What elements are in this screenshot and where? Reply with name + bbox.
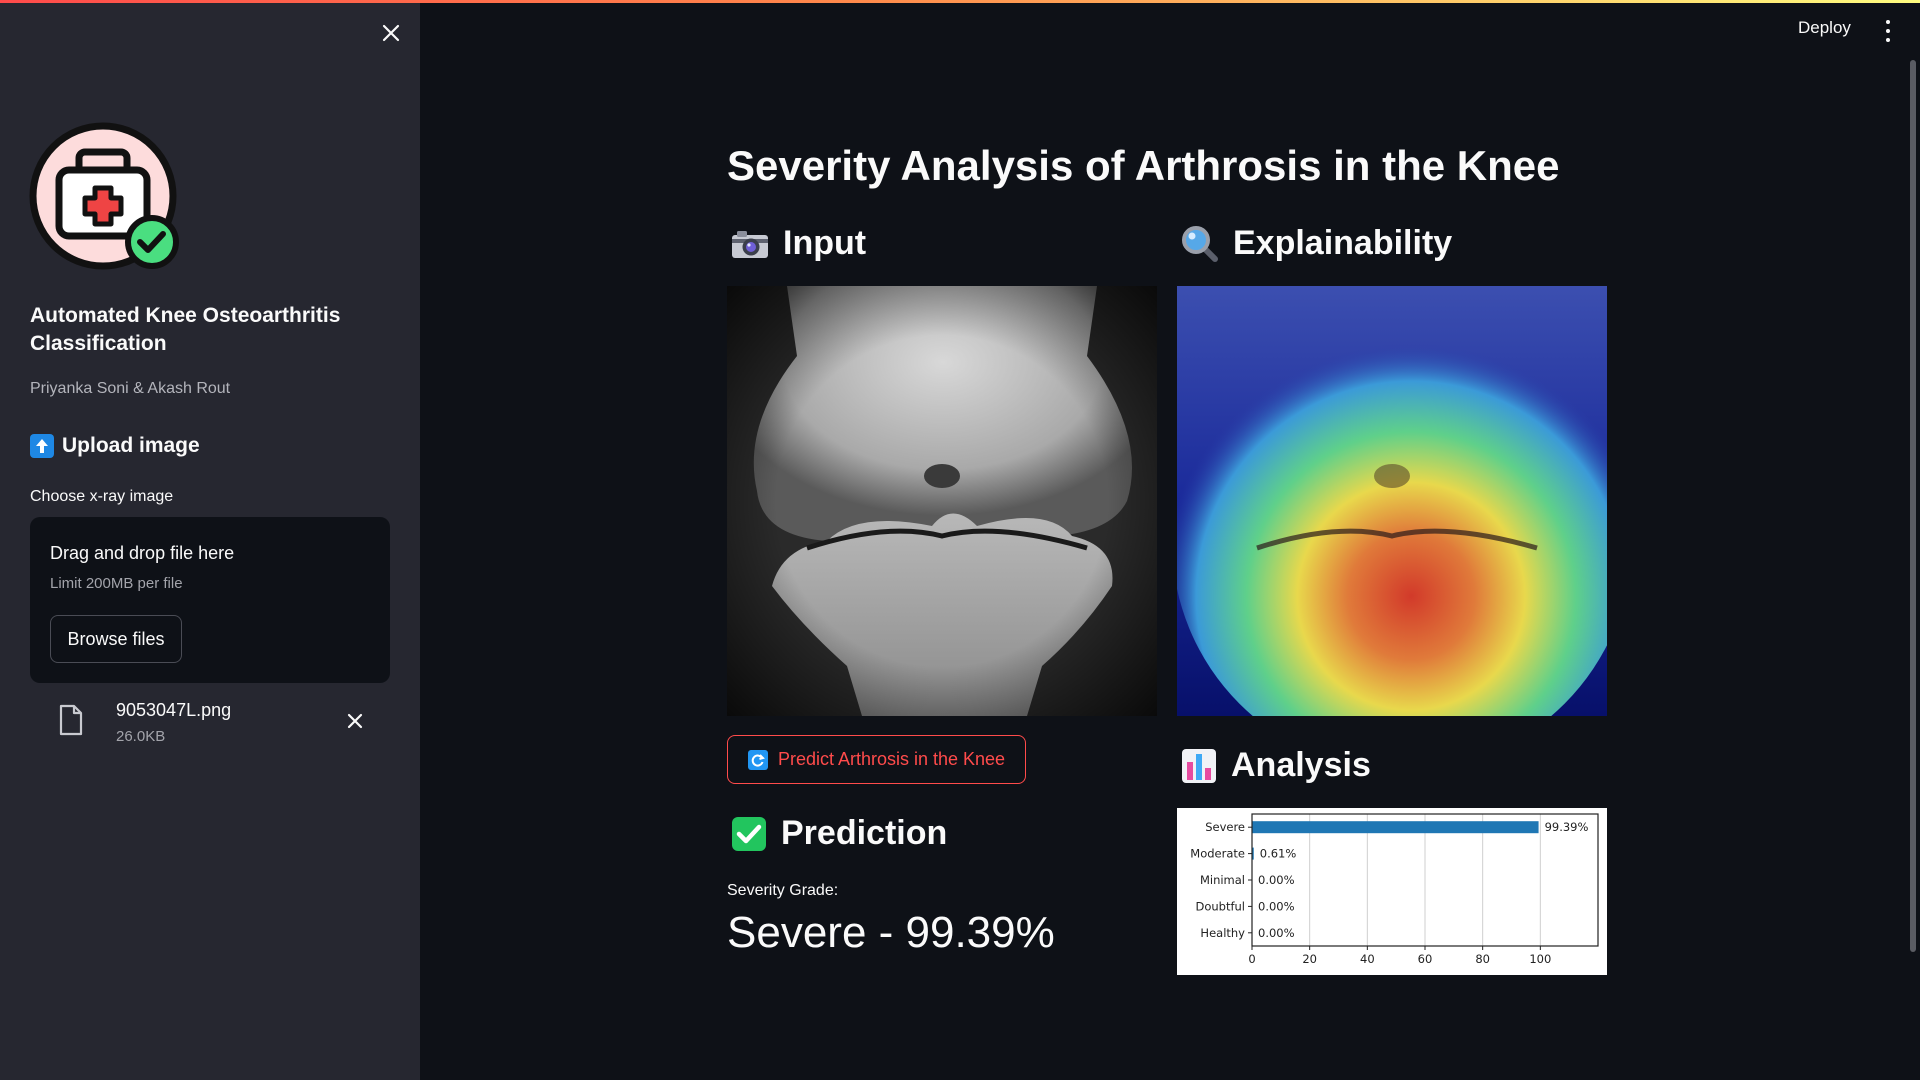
browse-files-button[interactable]: Browse files [50,615,182,663]
magnifier-icon [1182,225,1218,262]
main-menu-button[interactable] [1884,20,1892,42]
remove-file-button[interactable] [346,712,366,732]
sidebar: Automated Knee Osteoarthritis Classifica… [0,0,420,1080]
camera-icon [732,230,768,258]
chart-value-label: 0.00% [1258,899,1295,913]
chart-x-tick-label: 20 [1302,952,1317,966]
check-icon [732,816,766,851]
close-sidebar-button[interactable] [378,20,404,46]
menu-dot [1886,29,1890,33]
vertical-scrollbar[interactable] [1910,60,1916,952]
explainability-section-header: Explainability [1181,224,1452,263]
uploaded-file-item: 9053047L.png 26.0KB [58,700,378,750]
predict-button[interactable]: Predict Arthrosis in the Knee [727,735,1026,784]
predict-button-label: Predict Arthrosis in the Knee [777,749,1006,769]
analysis-section-header: Analysis [1181,746,1371,785]
analysis-header-label: Analysis [1231,746,1371,784]
chart-x-tick-label: 80 [1475,952,1490,966]
close-icon [347,713,363,729]
choose-xray-label: Choose x-ray image [30,488,174,505]
analysis-chart: Severe 99.39% Moderate 0.61% Minimal 0.00% Dou… [1177,808,1607,975]
input-header-label: Input [783,224,867,262]
severity-grade-value: Severe - 99.39% [727,908,1055,957]
chart-x-tick-label: 100 [1529,952,1551,966]
chart-category-label: Healthy [1200,926,1245,940]
chart-x-tick-label: 0 [1248,952,1255,966]
menu-dot [1886,20,1890,24]
chart-category-label: Minimal [1200,873,1245,887]
prediction-header-label: Prediction [781,814,948,852]
chart-value-label: 0.00% [1258,873,1295,887]
dropzone-limit: Limit 200MB per file [50,575,183,592]
file-dropzone[interactable]: Drag and drop file here Limit 200MB per … [30,517,390,683]
page-title: Severity Analysis of Arthrosis in the Kn… [727,142,1560,189]
chart-category-label: Moderate [1190,847,1245,861]
upload-section-header: Upload image [30,434,200,458]
bar-chart-icon [1182,748,1216,783]
chart-bar [1252,821,1539,834]
prediction-section-header: Prediction [731,814,947,853]
input-section-header: Input [731,224,866,263]
severity-grade-label: Severity Grade: [727,882,839,899]
chart-value-label: 0.00% [1258,926,1295,940]
upload-arrow-icon [30,434,54,458]
input-xray-image [727,286,1157,716]
top-accent-bar [0,0,1920,3]
chart-value-label: 0.61% [1260,847,1297,861]
uploaded-file-size: 26.0KB [116,728,166,745]
medical-kit-icon [29,122,179,270]
authors-text: Priyanka Soni & Akash Rout [30,380,231,397]
chart-x-tick-label: 60 [1418,952,1433,966]
explainability-heatmap-image [1177,286,1607,716]
uploaded-file-name: 9053047L.png [116,700,232,720]
refresh-icon [747,749,768,770]
chart-value-label: 99.39% [1545,820,1589,834]
explainability-header-label: Explainability [1233,224,1453,262]
chart-category-label: Doubtful [1195,899,1245,913]
chart-x-tick-label: 40 [1360,952,1375,966]
close-icon [382,24,400,42]
chart-category-label: Severe [1205,820,1245,834]
upload-header-label: Upload image [62,434,200,457]
dropzone-title: Drag and drop file here [50,543,235,563]
analysis-bar-chart: Severe 99.39% Moderate 0.61% Minimal 0.00% Dou… [1190,813,1599,966]
file-icon [59,704,83,736]
app-title: Automated Knee Osteoarthritis Classifica… [30,304,341,355]
deploy-button[interactable]: Deploy [1798,18,1851,38]
menu-dot [1886,38,1890,42]
